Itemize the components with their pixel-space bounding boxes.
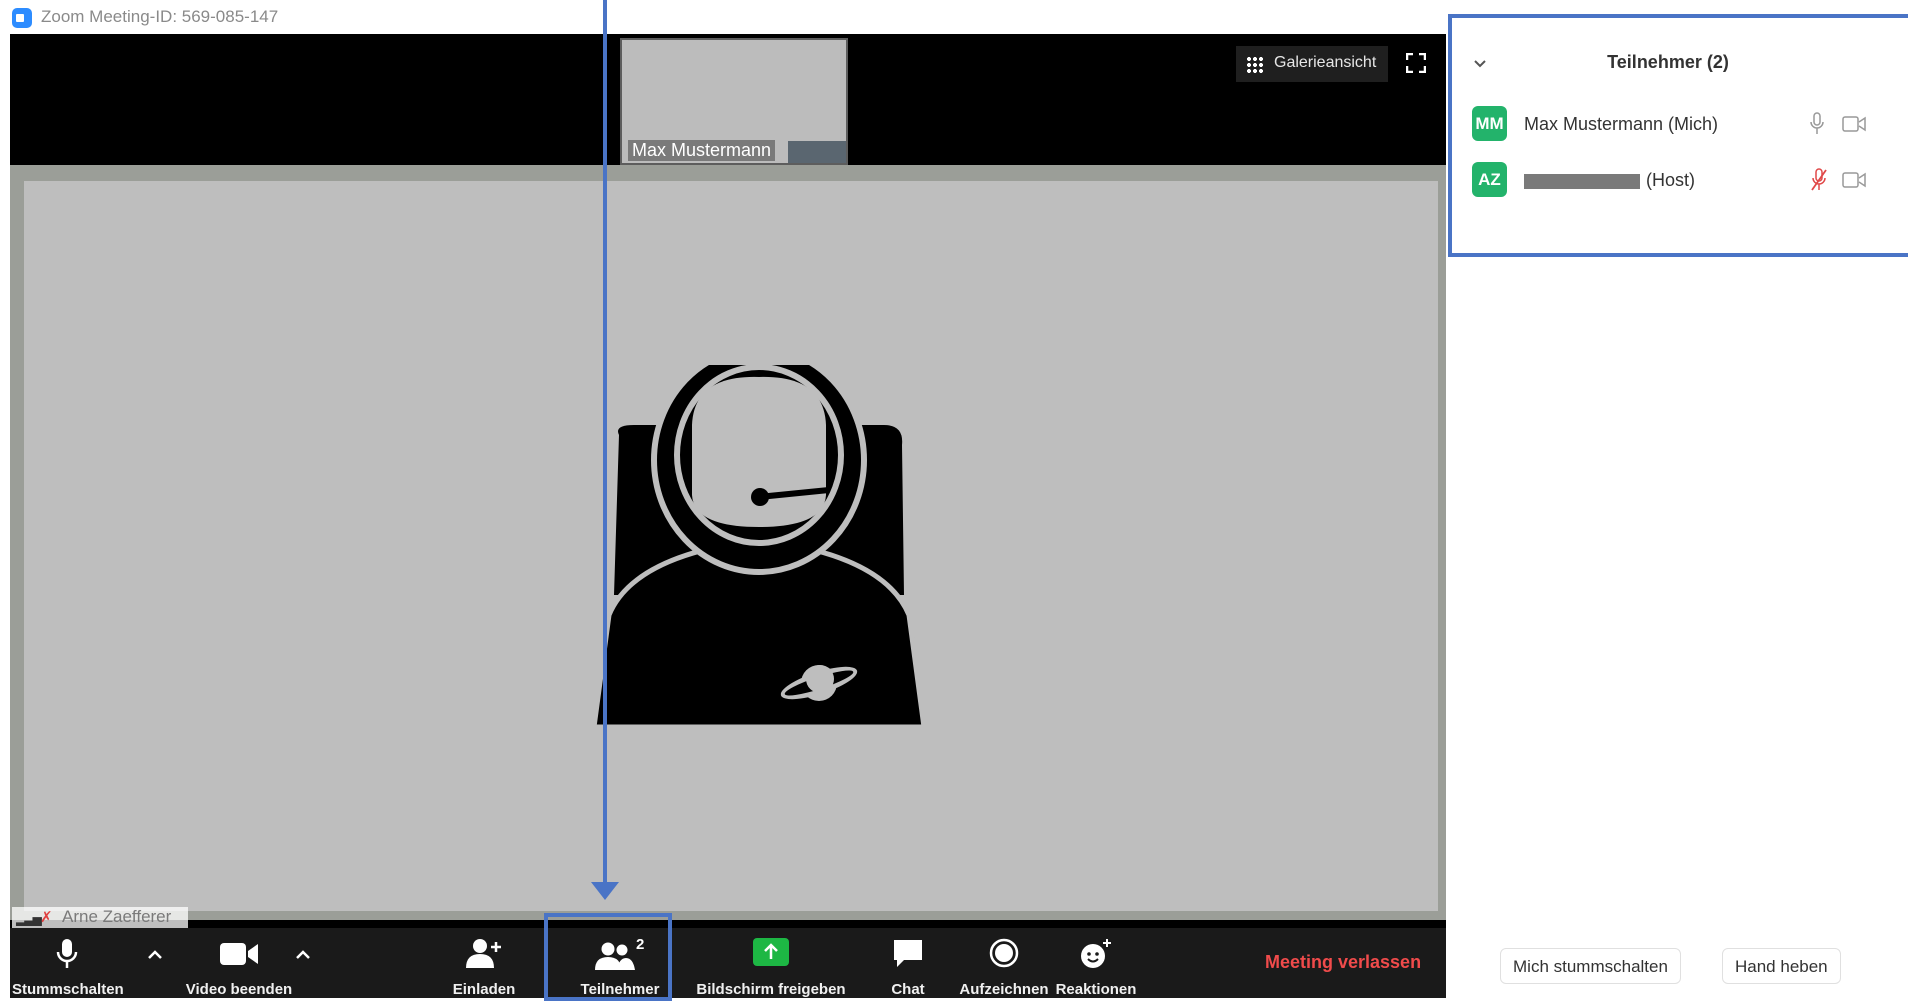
mute-label: Stummschalten xyxy=(12,981,124,998)
chat-bubble-icon xyxy=(894,940,922,967)
grid-icon xyxy=(1246,56,1264,74)
leave-meeting-button[interactable]: Meeting verlassen xyxy=(1265,952,1421,973)
annotation-arrow-line xyxy=(603,0,607,886)
record-button[interactable]: Aufzeichnen xyxy=(954,928,1054,998)
gallery-view-label: Galerieansicht xyxy=(1274,54,1377,71)
microphone-icon xyxy=(56,939,78,968)
add-user-icon xyxy=(466,939,501,968)
video-options-chevron-icon[interactable] xyxy=(294,946,312,964)
chat-label: Chat xyxy=(891,981,925,998)
invite-label: Einladen xyxy=(452,981,516,998)
active-speaker-video: ▂▃▅ ✗ Arne Zaefferer xyxy=(10,165,1446,929)
stop-video-button[interactable]: Video beenden xyxy=(174,928,304,998)
video-camera-icon xyxy=(220,943,258,965)
record-label: Aufzeichnen xyxy=(959,981,1049,998)
self-thumbnail-name: Max Mustermann xyxy=(628,140,776,161)
emoji-reaction-icon xyxy=(1081,939,1111,968)
mute-me-button[interactable]: Mich stummschalten xyxy=(1500,948,1681,984)
stop-video-label: Video beenden xyxy=(185,981,293,998)
share-screen-icon xyxy=(753,938,789,966)
meeting-area: Max Mustermann Galerieansicht ▂▃▅ ✗ Arne… xyxy=(10,34,1446,998)
record-icon xyxy=(989,938,1019,968)
share-screen-label: Bildschirm freigeben xyxy=(696,981,846,998)
window-title: Zoom Meeting-ID: 569-085-147 xyxy=(41,7,279,26)
mute-button[interactable]: Stummschalten xyxy=(12,928,124,998)
annotation-arrowhead xyxy=(591,882,619,900)
annotation-highlight-participants-list xyxy=(1448,14,1908,257)
share-screen-button[interactable]: Bildschirm freigeben xyxy=(686,928,856,998)
active-speaker-name: Arne Zaefferer xyxy=(62,907,172,926)
gallery-view-button[interactable]: Galerieansicht xyxy=(1236,46,1388,82)
annotation-highlight-participants-button xyxy=(544,913,672,1001)
audio-options-chevron-icon[interactable] xyxy=(146,946,164,964)
meeting-toolbar: Stummschalten Video beenden Einladen 2 T… xyxy=(10,928,1446,998)
invite-button[interactable]: Einladen xyxy=(444,928,524,998)
muted-mic-icon: ✗ xyxy=(40,909,53,926)
fullscreen-icon[interactable] xyxy=(1406,53,1426,73)
self-video-thumbnail[interactable]: Max Mustermann xyxy=(620,38,848,165)
signal-strength-icon: ▂▃▅ xyxy=(16,912,42,926)
reactions-label: Reaktionen xyxy=(1055,981,1137,998)
chat-button[interactable]: Chat xyxy=(878,928,938,998)
raise-hand-button[interactable]: Hand heben xyxy=(1722,948,1841,984)
zoom-logo-icon xyxy=(12,8,32,28)
active-speaker-label: ▂▃▅ ✗ Arne Zaefferer xyxy=(12,907,188,929)
reactions-button[interactable]: Reaktionen xyxy=(1054,928,1138,998)
participants-panel-footer: Mich stummschalten Hand heben xyxy=(1448,948,1908,988)
astronaut-avatar-icon xyxy=(591,365,927,727)
thumbnail-background xyxy=(788,141,846,163)
